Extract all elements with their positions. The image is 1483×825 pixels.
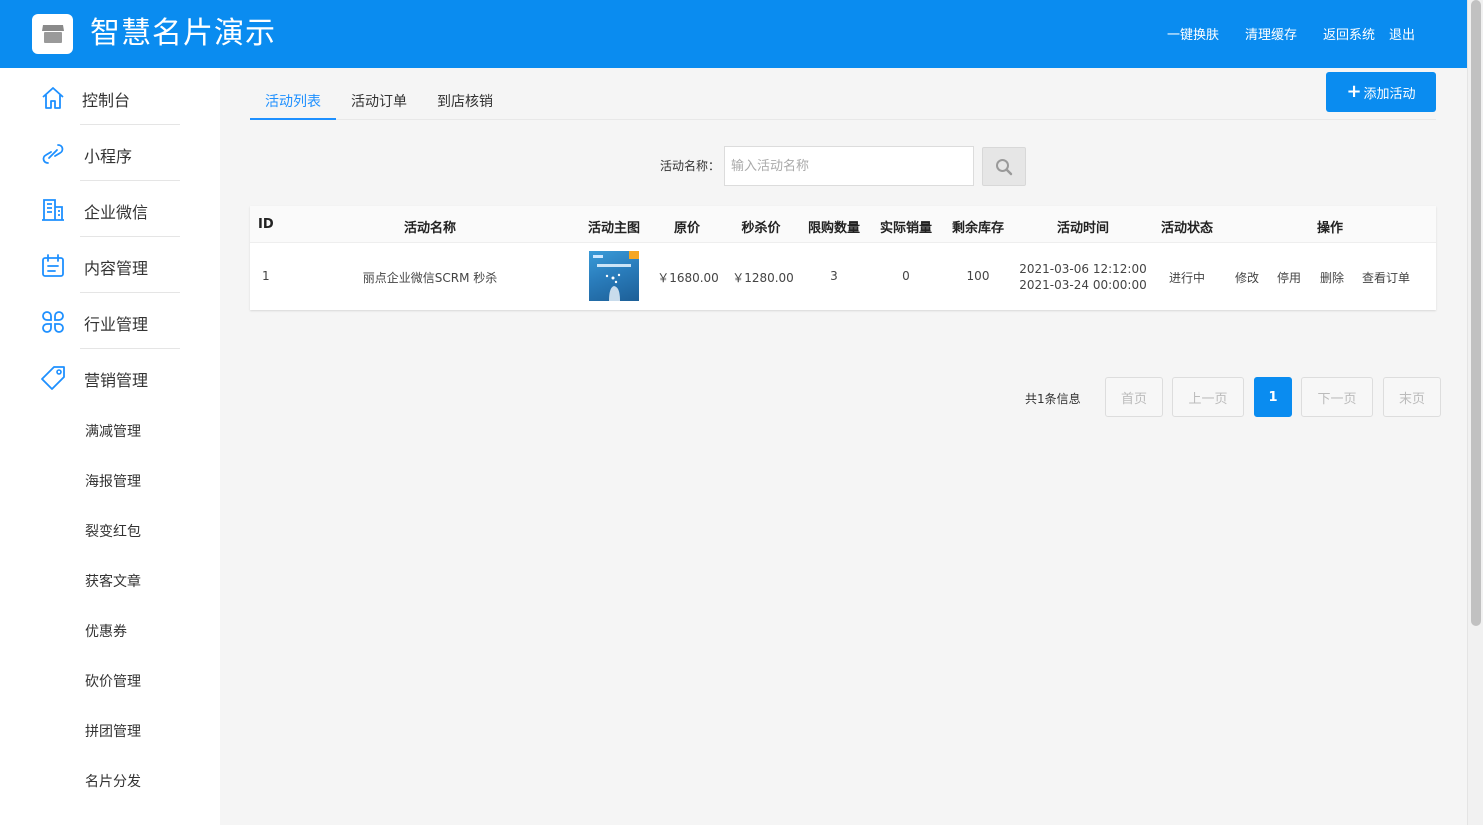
sidebar-item-dashboard[interactable]: 控制台 (0, 69, 220, 125)
sidebar-subitem-poster[interactable]: 海报管理 (85, 471, 141, 491)
sidebar-item-label: 内容管理 (84, 259, 149, 278)
col-seckill-price: 秒杀价 (741, 221, 781, 236)
disable-button[interactable]: 停用 (1275, 269, 1303, 286)
last-page-button[interactable]: 末页 (1383, 377, 1441, 417)
col-stock: 剩余库存 (951, 221, 1004, 236)
activity-thumbnail[interactable] (589, 251, 639, 301)
col-actions: 操作 (1316, 221, 1343, 236)
top-header: 智慧名片演示 一键换肤 清理缓存 返回系统 退出 (0, 0, 1467, 68)
col-price: 原价 (673, 221, 700, 236)
cell-price: ￥1680.00 (657, 271, 719, 285)
col-sold: 实际销量 (879, 221, 932, 236)
col-id: ID (258, 217, 274, 232)
pagination-total: 共1条信息 (1025, 392, 1081, 406)
table-row: 1 丽点企业微信SCRM 秒杀 ￥1680.00 ￥1280.00 3 0 10… (250, 243, 1436, 310)
time-start: 2021-03-06 12:12:00 (1019, 262, 1147, 276)
poster-image-icon (593, 251, 639, 301)
add-activity-label: 添加活动 (1363, 86, 1416, 102)
building-icon (42, 199, 64, 221)
sidebar-subitem-coupon[interactable]: 优惠券 (85, 621, 127, 641)
cell-limit: 3 (830, 269, 838, 283)
switch-skin-link[interactable]: 一键换肤 (1167, 24, 1219, 43)
return-system-link[interactable]: 返回系统 (1323, 24, 1375, 43)
edit-button[interactable]: 修改 (1233, 269, 1261, 286)
sidebar-item-label: 小程序 (84, 147, 133, 166)
cell-seckill-price: ￥1280.00 (732, 271, 794, 285)
clover-icon (42, 311, 64, 333)
tab-bar: 活动列表 活动订单 到店核销 (250, 86, 1436, 120)
store-logo-icon (32, 14, 73, 54)
next-page-button[interactable]: 下一页 (1301, 377, 1373, 417)
sidebar: 控制台 小程序 企业微信 内容管理 行业管理 营销管理 满减管理 海报管理 裂变… (0, 68, 220, 825)
page-1-button[interactable]: 1 (1254, 377, 1292, 417)
home-icon (42, 87, 64, 109)
cell-stock: 100 (966, 269, 990, 283)
status-badge: 进行中 (1168, 271, 1205, 285)
col-time: 活动时间 (1056, 221, 1109, 236)
cell-time: 2021-03-06 12:12:00 2021-03-24 00:00:00 (1018, 261, 1148, 293)
search-button[interactable] (982, 147, 1026, 186)
tab-activity-orders[interactable]: 活动订单 (336, 92, 422, 120)
sidebar-item-industry[interactable]: 行业管理 (0, 293, 220, 349)
table-header: ID 活动名称 活动主图 原价 秒杀价 限购数量 实际销量 剩余库存 活动时间 … (250, 206, 1436, 243)
delete-button[interactable]: 删除 (1318, 269, 1346, 286)
time-end: 2021-03-24 00:00:00 (1019, 278, 1147, 292)
link-icon (42, 144, 64, 164)
col-limit: 限购数量 (807, 221, 860, 236)
sidebar-subitem-red-packet[interactable]: 裂变红包 (85, 521, 141, 541)
clipboard-icon (42, 254, 64, 277)
cell-id: 1 (262, 269, 270, 283)
sidebar-item-marketing[interactable]: 营销管理 (0, 349, 220, 405)
sidebar-item-miniprogram[interactable]: 小程序 (0, 125, 220, 181)
sidebar-item-enterprise-wechat[interactable]: 企业微信 (0, 181, 220, 237)
sidebar-subitem-articles[interactable]: 获客文章 (85, 571, 141, 591)
cell-sold: 0 (902, 269, 910, 283)
search-icon (996, 158, 1013, 175)
plus-icon: + (1346, 81, 1362, 102)
sidebar-item-label: 行业管理 (84, 315, 149, 334)
main-content: 活动列表 活动订单 到店核销 + 添加活动 活动名称： ID 活动名称 活动主图… (220, 68, 1467, 825)
sidebar-subitem-bargain[interactable]: 砍价管理 (85, 671, 141, 691)
cell-name: 丽点企业微信SCRM 秒杀 (362, 271, 498, 285)
sidebar-item-label: 企业微信 (84, 203, 149, 222)
sidebar-item-label: 控制台 (82, 91, 131, 110)
sidebar-subitem-discount[interactable]: 满减管理 (85, 421, 141, 441)
col-name: 活动名称 (403, 221, 456, 236)
logout-link[interactable]: 退出 (1389, 24, 1415, 43)
tab-store-verification[interactable]: 到店核销 (422, 92, 508, 120)
view-orders-button[interactable]: 查看订单 (1360, 269, 1412, 286)
sidebar-subitem-group-buy[interactable]: 拼团管理 (85, 721, 141, 741)
page-scrollbar[interactable] (1467, 0, 1483, 825)
sidebar-item-label: 营销管理 (84, 371, 149, 390)
sidebar-subitem-card-distribution[interactable]: 名片分发 (85, 771, 141, 791)
first-page-button[interactable]: 首页 (1105, 377, 1163, 417)
search-input[interactable] (724, 146, 974, 186)
tab-activity-list[interactable]: 活动列表 (250, 92, 336, 120)
scrollbar-thumb[interactable] (1471, 0, 1481, 626)
col-image: 活动主图 (587, 221, 640, 236)
app-title: 智慧名片演示 (90, 16, 276, 51)
header-links: 一键换肤 清理缓存 返回系统 退出 (1141, 24, 1415, 43)
activity-table: ID 活动名称 活动主图 原价 秒杀价 限购数量 实际销量 剩余库存 活动时间 … (250, 206, 1436, 310)
clear-cache-link[interactable]: 清理缓存 (1245, 24, 1297, 43)
col-status: 活动状态 (1160, 221, 1213, 236)
search-label: 活动名称： (660, 159, 721, 173)
add-activity-button[interactable]: + 添加活动 (1326, 72, 1436, 112)
tag-icon (41, 366, 65, 390)
prev-page-button[interactable]: 上一页 (1172, 377, 1244, 417)
sidebar-item-content[interactable]: 内容管理 (0, 237, 220, 293)
